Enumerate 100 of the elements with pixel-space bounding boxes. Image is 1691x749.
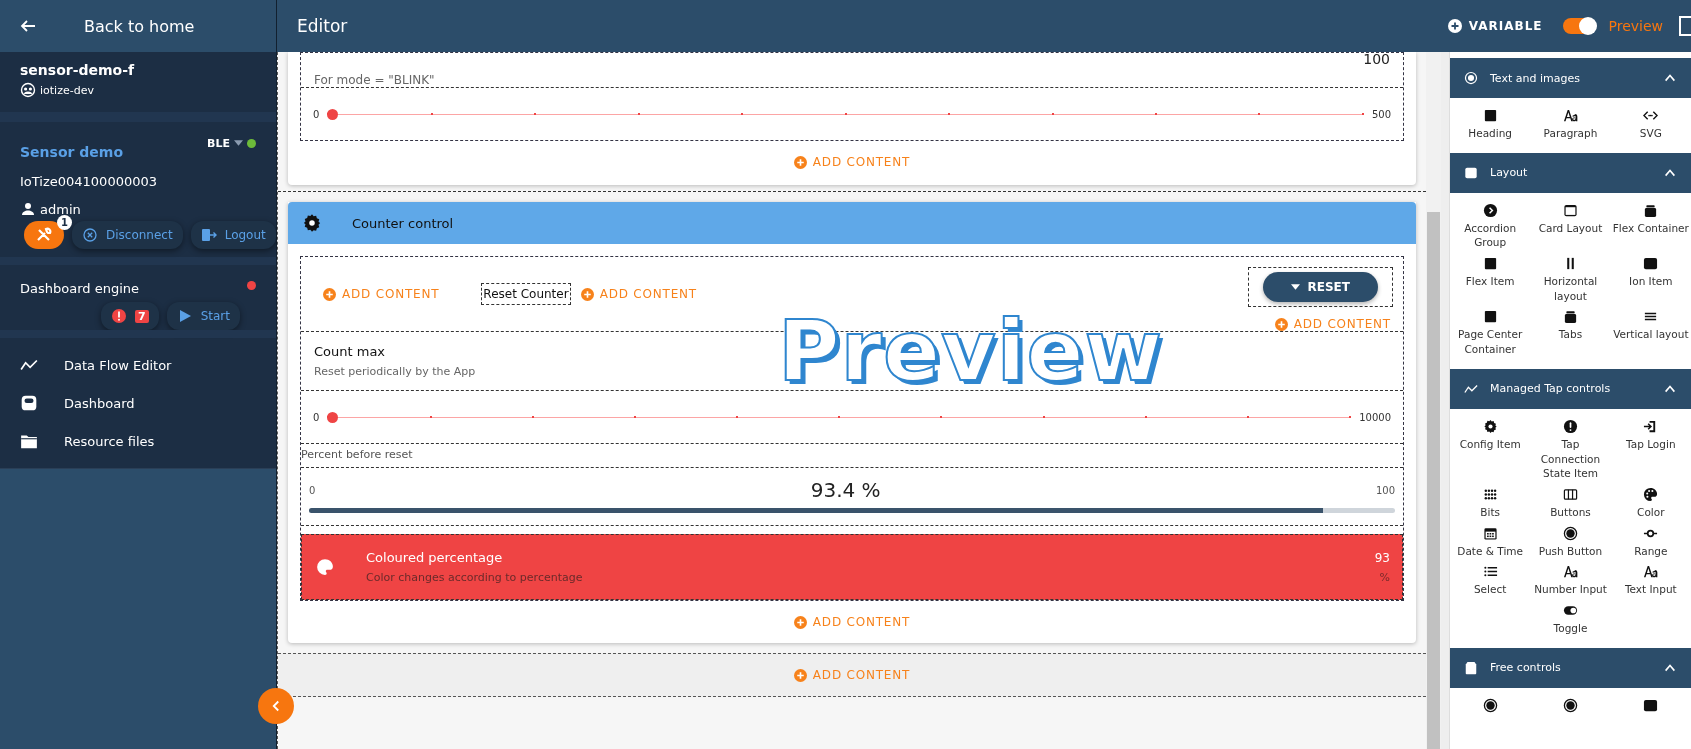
editor-title: Editor: [297, 16, 349, 36]
component-item[interactable]: Accordion Group: [1450, 200, 1531, 253]
card-title: Counter control: [352, 215, 454, 231]
settings-icon: [1482, 418, 1498, 434]
slider-min-label: 0: [313, 108, 320, 120]
component-item[interactable]: Range: [1610, 523, 1691, 561]
folder-icon: [20, 432, 38, 450]
add-icon: [323, 287, 336, 301]
add-icon: [793, 668, 807, 682]
preview-overlay-text: Preview: [778, 302, 1164, 400]
component-item[interactable]: Paragraph: [1530, 106, 1611, 143]
user-icon: [20, 201, 36, 217]
nav-item[interactable]: Resource files: [0, 422, 276, 460]
component-item[interactable]: Flex Item: [1450, 254, 1531, 306]
alert-icon: [111, 308, 127, 324]
tools-icon: [36, 227, 52, 243]
add-icon: [1446, 18, 1463, 34]
caret-icon[interactable]: [234, 140, 243, 146]
component-item[interactable]: Config Item: [1450, 416, 1531, 483]
disconnect-button[interactable]: Disconnect: [72, 221, 183, 249]
screen-icon: [1643, 697, 1659, 713]
resize-handle[interactable]: [1441, 52, 1449, 749]
back-arrow-icon[interactable]: [20, 18, 36, 34]
stack-icon: [1643, 202, 1659, 218]
text-icon: [1563, 108, 1578, 123]
component-item[interactable]: Tap Login: [1610, 416, 1691, 483]
error-count-badge: 7: [135, 309, 149, 323]
add-icon: [793, 615, 807, 629]
start-button[interactable]: Start: [166, 302, 240, 330]
slider-min-label: 0: [313, 411, 320, 423]
logout-icon: [200, 227, 217, 243]
target-icon: [1464, 71, 1478, 85]
calendar-icon: [1482, 525, 1498, 541]
alert-icon: [1563, 418, 1578, 434]
device-serial: IoTize004100000003: [20, 174, 158, 189]
radio-icon: [1482, 697, 1498, 713]
radio-icon: [1563, 697, 1578, 713]
text-icon: [1563, 564, 1578, 580]
component-item[interactable]: Push Button: [1530, 523, 1611, 561]
component-item[interactable]: Color: [1610, 484, 1691, 522]
add-variable-button[interactable]: VARIABLE: [1440, 17, 1549, 35]
slider-thumb[interactable]: [327, 108, 339, 120]
percentage-value: 93: [1374, 550, 1390, 565]
preview-toggle[interactable]: [1562, 18, 1595, 34]
window-icon[interactable]: [1679, 16, 1691, 36]
project-name: sensor-demo-f: [20, 62, 136, 78]
component-item[interactable]: SVG: [1610, 106, 1691, 143]
error-button[interactable]: 7: [101, 302, 159, 330]
text-label: Reset Counter: [481, 283, 571, 305]
protocol-label[interactable]: BLE: [207, 136, 230, 150]
panel-description: Color changes according to percentage: [366, 571, 584, 584]
tools-button[interactable]: [24, 221, 64, 249]
logout-button[interactable]: Logout: [190, 221, 276, 249]
columns-icon: [1563, 486, 1578, 502]
component-item[interactable]: Page Center Container: [1450, 307, 1531, 359]
field-title: Count max: [314, 344, 387, 359]
component-item[interactable]: Heading: [1450, 106, 1531, 143]
chevron-left-icon: [270, 700, 282, 712]
square-icon: [1482, 108, 1498, 123]
component-item[interactable]: Bits: [1450, 484, 1531, 522]
component-item[interactable]: Text Input: [1610, 562, 1691, 599]
slider-thumb[interactable]: [327, 411, 339, 423]
slider-max-label: 10000: [1359, 411, 1391, 423]
field-label: Percent before reset: [301, 443, 1403, 467]
add-icon: [793, 155, 807, 169]
component-item[interactable]: Select: [1450, 562, 1531, 599]
radio-icon: [1563, 525, 1578, 541]
component-item[interactable]: Number Input: [1530, 562, 1611, 599]
card-icon: [1464, 165, 1478, 180]
palette-icon: [1643, 486, 1659, 502]
component-item[interactable]: Tap Connection State Item: [1530, 416, 1611, 483]
component-item[interactable]: Ion Item: [1610, 254, 1691, 306]
scrollbar[interactable]: [1426, 52, 1441, 749]
component-item[interactable]: Horizontal layout: [1530, 254, 1611, 306]
component-item[interactable]: Card Layout: [1530, 200, 1611, 253]
device-name: Sensor demo: [20, 144, 123, 160]
screen-icon: [1643, 256, 1659, 272]
field-value: 100: [1363, 52, 1390, 67]
back-link[interactable]: Back to home: [84, 16, 195, 36]
card-icon: [1563, 202, 1578, 218]
organization-name: iotize-dev: [40, 83, 94, 97]
preview-label: Preview: [1608, 18, 1663, 34]
dashboard-icon: [20, 394, 38, 412]
nav-item[interactable]: Dashboard: [0, 384, 276, 422]
component-item[interactable]: Date & Time: [1450, 523, 1531, 561]
component-item[interactable]: Tabs: [1530, 307, 1611, 359]
nav-item[interactable]: Data Flow Editor: [0, 346, 276, 384]
panel-title: Coloured percentage: [366, 550, 504, 565]
component-item[interactable]: Flex Container: [1610, 200, 1691, 253]
component-item[interactable]: Vertical layout: [1610, 307, 1691, 359]
progress-reading: 93.4 %: [810, 478, 881, 502]
field-description: Reset periodically by the App: [314, 365, 477, 378]
reset-button[interactable]: RESET: [1262, 272, 1378, 302]
engine-label: Dashboard engine: [20, 281, 139, 296]
add-icon: [1274, 317, 1288, 331]
progress-max-label: 100: [1375, 484, 1395, 496]
component-item[interactable]: Toggle: [1530, 600, 1611, 638]
chevron-circle-icon: [1482, 202, 1498, 218]
component-item[interactable]: Buttons: [1530, 484, 1611, 522]
palette-icon: [316, 558, 334, 576]
